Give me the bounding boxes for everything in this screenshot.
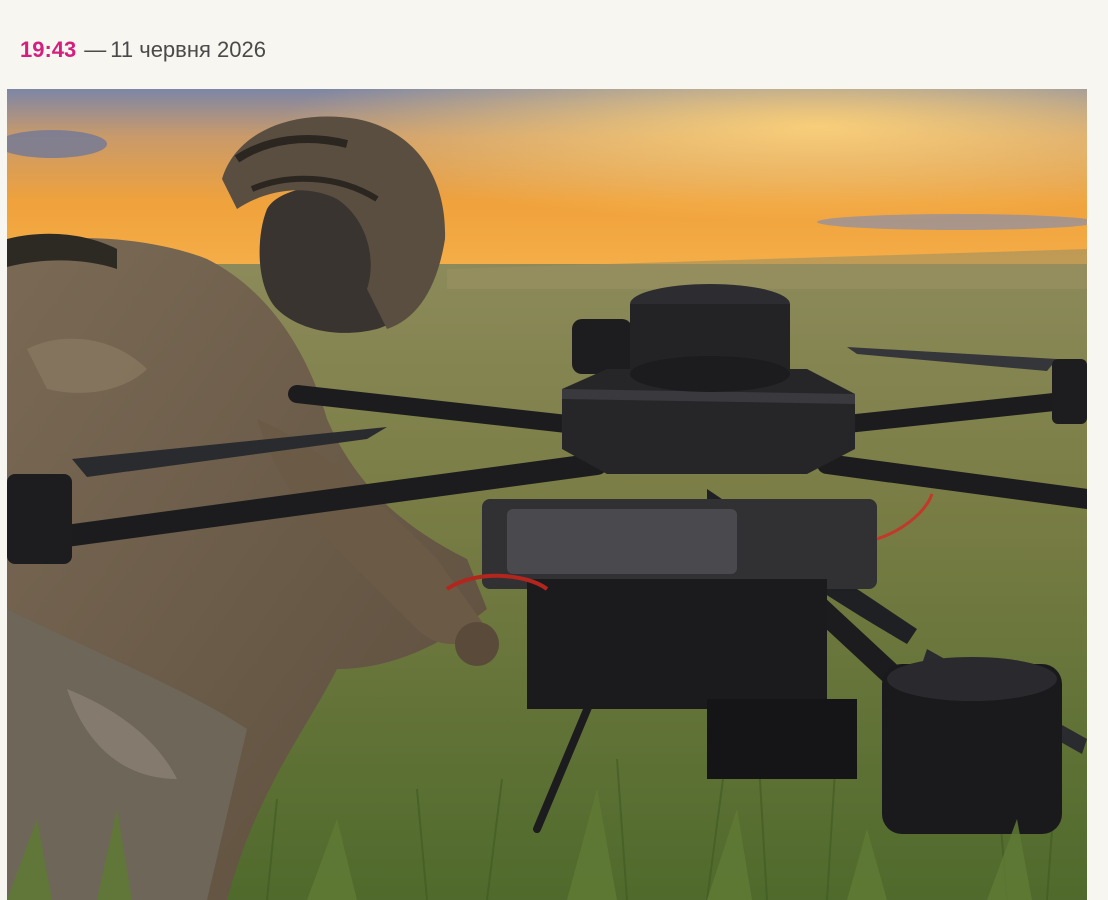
article-dateline: 19:43 —11 червня 2026 xyxy=(20,36,266,64)
article-date: 11 червня 2026 xyxy=(110,37,266,62)
news-article-page: 19:43 —11 червня 2026 xyxy=(0,0,1108,900)
photo-illustration xyxy=(7,89,1087,900)
article-photo[interactable] xyxy=(7,89,1087,900)
article-time: 19:43 xyxy=(20,37,77,62)
dateline-separator: — xyxy=(84,37,107,62)
